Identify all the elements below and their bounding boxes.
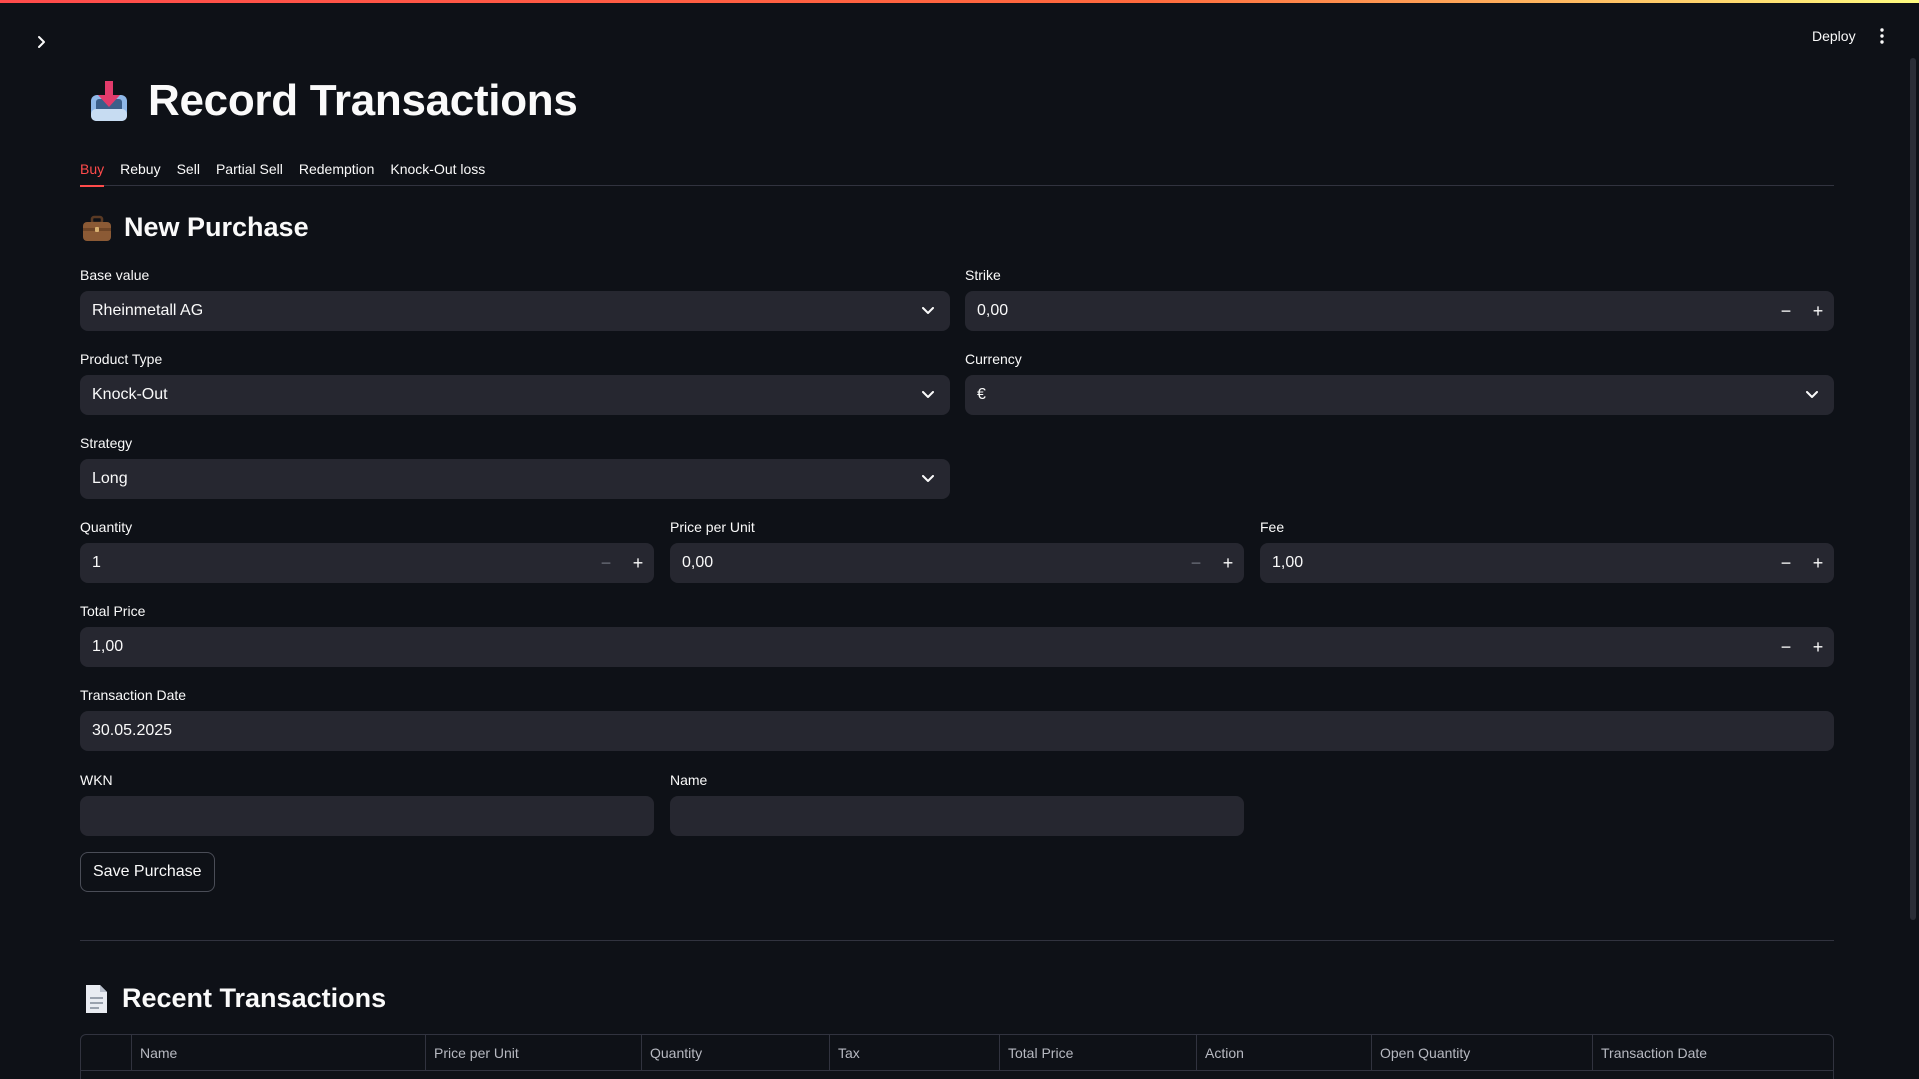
strategy-value: Long: [92, 470, 128, 487]
table-header-index: [81, 1035, 132, 1070]
top-decoration-bar: [0, 0, 1919, 3]
quantity-number-input[interactable]: 1 − +: [80, 543, 654, 583]
main-menu-button[interactable]: [1868, 22, 1896, 50]
chevron-down-icon: [920, 471, 936, 487]
base-value-label: Base value: [80, 267, 150, 283]
recent-transactions-table[interactable]: Name Price per Unit Quantity Tax Total P…: [80, 1034, 1834, 1079]
table-header-total-price[interactable]: Total Price: [1000, 1035, 1197, 1070]
recent-transactions-heading: Recent Transactions: [82, 983, 386, 1014]
section-divider: [80, 940, 1834, 941]
chevron-right-icon: [38, 36, 45, 48]
quantity-value: 1: [92, 554, 101, 571]
tab-knock-out-loss[interactable]: Knock-Out loss: [390, 152, 485, 186]
tab-redemption[interactable]: Redemption: [299, 152, 375, 186]
fee-value: 1,00: [1272, 554, 1304, 571]
fee-increment-button[interactable]: +: [1802, 543, 1834, 583]
fee-label: Fee: [1260, 519, 1285, 535]
wkn-input[interactable]: [80, 796, 654, 836]
transaction-tabs: Buy Rebuy Sell Partial Sell Redemption K…: [80, 152, 1834, 187]
price-per-unit-number-input[interactable]: 0,00 − +: [670, 543, 1244, 583]
currency-value: €: [977, 386, 986, 403]
page-scrollbar[interactable]: [1910, 58, 1916, 920]
section-heading-text: New Purchase: [124, 212, 309, 242]
tab-buy[interactable]: Buy: [80, 152, 105, 187]
strike-value: 0,00: [977, 302, 1009, 319]
table-header-transaction-date[interactable]: Transaction Date: [1593, 1035, 1833, 1070]
currency-label: Currency: [965, 351, 1022, 367]
page-title-text: Record Transactions: [148, 76, 578, 125]
quantity-label: Quantity: [80, 519, 133, 535]
product-type-value: Knock-Out: [92, 386, 168, 403]
base-value-value: Rheinmetall AG: [92, 302, 204, 319]
new-purchase-heading: New Purchase: [82, 212, 309, 243]
strike-label: Strike: [965, 267, 1001, 283]
strike-increment-button[interactable]: +: [1802, 291, 1834, 331]
strategy-label: Strategy: [80, 435, 133, 451]
base-value-select[interactable]: Rheinmetall AG: [80, 291, 950, 331]
deploy-button[interactable]: Deploy: [1800, 22, 1868, 50]
table-header-name[interactable]: Name: [132, 1035, 426, 1070]
section-heading-text: Recent Transactions: [122, 983, 387, 1013]
chevron-down-icon: [920, 303, 936, 319]
tab-rebuy[interactable]: Rebuy: [120, 152, 160, 186]
price-per-unit-increment-button[interactable]: +: [1212, 543, 1244, 583]
quantity-increment-button[interactable]: +: [622, 543, 654, 583]
briefcase-icon: [83, 215, 111, 241]
wkn-label: WKN: [80, 772, 113, 788]
table-header-open-quantity[interactable]: Open Quantity: [1372, 1035, 1593, 1070]
fee-number-input[interactable]: 1,00 − +: [1260, 543, 1834, 583]
tab-sell[interactable]: Sell: [177, 152, 200, 186]
chevron-down-icon: [920, 387, 936, 403]
inbox-tray-icon: [91, 81, 127, 121]
name-input[interactable]: [670, 796, 1244, 836]
save-purchase-button[interactable]: Save Purchase: [80, 852, 215, 892]
table-header-tax[interactable]: Tax: [830, 1035, 1000, 1070]
name-label: Name: [670, 772, 708, 788]
currency-select[interactable]: €: [965, 375, 1834, 415]
strike-number-input[interactable]: 0,00 − +: [965, 291, 1834, 331]
price-per-unit-value: 0,00: [682, 554, 714, 571]
price-per-unit-label: Price per Unit: [670, 519, 755, 535]
fee-decrement-button[interactable]: −: [1770, 543, 1802, 583]
total-price-decrement-button[interactable]: −: [1770, 627, 1802, 667]
price-per-unit-decrement-button[interactable]: −: [1180, 543, 1212, 583]
quantity-decrement-button[interactable]: −: [590, 543, 622, 583]
table-header-price-per-unit[interactable]: Price per Unit: [426, 1035, 642, 1070]
more-vertical-icon: [1880, 28, 1884, 44]
total-price-label: Total Price: [80, 603, 146, 619]
table-header-row: Name Price per Unit Quantity Tax Total P…: [81, 1035, 1833, 1071]
total-price-increment-button[interactable]: +: [1802, 627, 1834, 667]
strategy-select[interactable]: Long: [80, 459, 950, 499]
page-title: Record Transactions: [88, 70, 578, 132]
transaction-date-value: 30.05.2025: [92, 722, 173, 739]
tab-partial-sell[interactable]: Partial Sell: [216, 152, 283, 186]
page-icon: [86, 984, 107, 1013]
strike-decrement-button[interactable]: −: [1770, 291, 1802, 331]
table-header-quantity[interactable]: Quantity: [642, 1035, 830, 1070]
total-price-value: 1,00: [92, 638, 124, 655]
product-type-select[interactable]: Knock-Out: [80, 375, 950, 415]
transaction-date-label: Transaction Date: [80, 687, 187, 703]
total-price-number-input[interactable]: 1,00 − +: [80, 627, 1834, 667]
table-header-action[interactable]: Action: [1197, 1035, 1372, 1070]
chevron-down-icon: [1804, 387, 1820, 403]
product-type-label: Product Type: [80, 351, 163, 367]
sidebar-expand-button[interactable]: [28, 28, 56, 56]
transaction-date-input[interactable]: 30.05.2025: [80, 711, 1834, 751]
